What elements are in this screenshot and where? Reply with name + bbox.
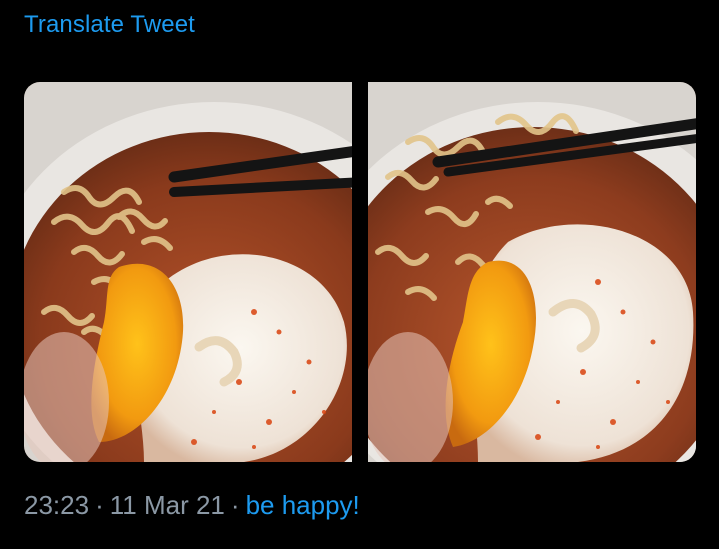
noodle-photo-image (368, 82, 696, 462)
meta-separator: · (95, 490, 104, 520)
noodle-photo-image (24, 82, 352, 462)
tweet-time[interactable]: 23:23 (24, 490, 89, 520)
tweet-source-link[interactable]: be happy! (246, 490, 360, 520)
tweet-date[interactable]: 11 Mar 21 (110, 490, 225, 520)
tweet-photo-2[interactable] (368, 82, 696, 462)
translate-tweet-link[interactable]: Translate Tweet (24, 11, 195, 39)
tweet-photo-1[interactable] (24, 82, 352, 462)
meta-separator: · (230, 490, 240, 520)
tweet-metadata: 23:23 · 11 Mar 21 · be happy! (24, 490, 360, 521)
media-grid (24, 82, 696, 462)
